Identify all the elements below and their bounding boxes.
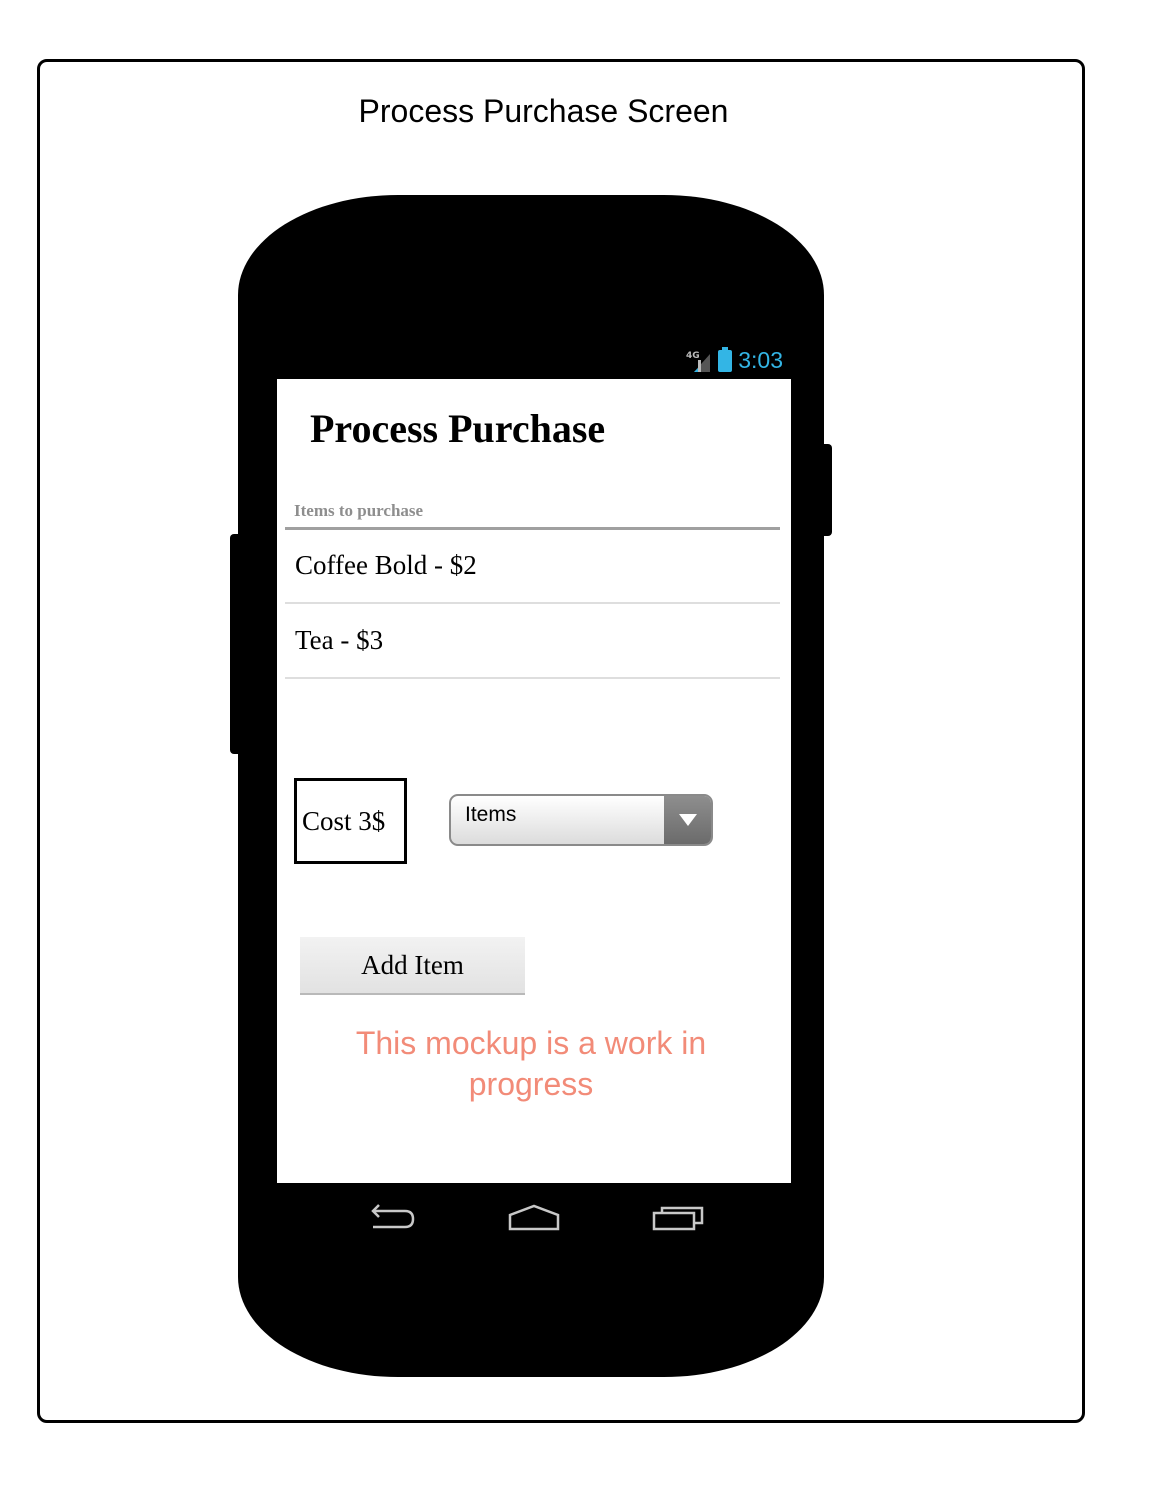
- status-clock: 3:03: [738, 347, 783, 373]
- svg-text:4G: 4G: [686, 351, 700, 361]
- add-item-button[interactable]: Add Item: [300, 937, 525, 995]
- list-item-label: Tea - $3: [295, 625, 384, 655]
- list-item[interactable]: Coffee Bold - $2: [285, 530, 780, 604]
- battery-icon: [718, 346, 733, 372]
- signal-4g-icon: 4G: [686, 351, 711, 372]
- app-title: Process Purchase: [310, 406, 606, 451]
- work-in-progress-note: This mockup is a work in progress: [355, 1025, 707, 1102]
- dropdown-selected-value: Items: [465, 803, 517, 826]
- back-icon[interactable]: [363, 1201, 419, 1235]
- app-screen: Process Purchase Items to purchase Coffe…: [277, 379, 791, 1183]
- navigation-bar: [277, 1183, 791, 1251]
- items-dropdown[interactable]: Items: [449, 794, 713, 846]
- list-item[interactable]: Tea - $3: [285, 605, 780, 679]
- cost-display: Cost 3$: [294, 778, 407, 864]
- home-icon[interactable]: [506, 1201, 562, 1235]
- list-item-label: Coffee Bold - $2: [295, 550, 477, 580]
- recent-apps-icon[interactable]: [650, 1201, 706, 1235]
- chevron-down-icon[interactable]: [664, 796, 711, 844]
- list-header: Items to purchase: [294, 501, 424, 520]
- screen-title: Process Purchase Screen: [358, 93, 729, 129]
- status-bar: 4G 3:03: [277, 343, 791, 379]
